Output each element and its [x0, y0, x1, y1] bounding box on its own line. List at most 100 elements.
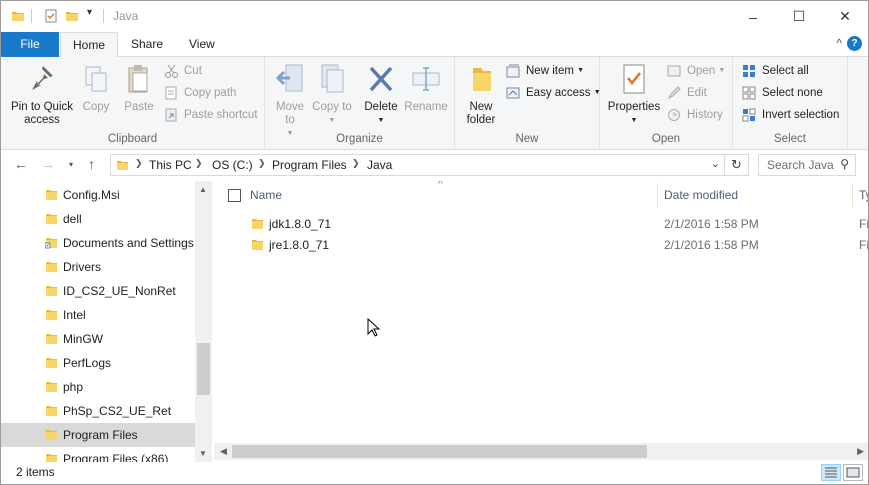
search-input[interactable]: Search Java ⚲	[758, 154, 856, 176]
paste-shortcut-button[interactable]: Paste shortcut	[164, 105, 258, 125]
nav-item-selected[interactable]: Program Files	[1, 423, 195, 447]
column-header-date-modified[interactable]: Date modified	[664, 181, 738, 209]
file-type: Fi	[859, 238, 868, 252]
scrollbar-thumb[interactable]	[197, 343, 210, 395]
nav-item[interactable]: Intel	[1, 303, 195, 327]
clipboard-group-label: Clipboard	[107, 133, 158, 145]
paste-button[interactable]: Paste	[119, 61, 159, 114]
select-group: Select all Select none Invert selection …	[733, 57, 848, 150]
scroll-right-icon[interactable]: ▶	[857, 446, 864, 457]
copy-to-button[interactable]: Copy to ▼	[312, 61, 352, 128]
item-count: 2 items	[16, 465, 55, 479]
select-all-button[interactable]: Select all	[742, 61, 809, 81]
properties-icon[interactable]	[44, 9, 58, 23]
file-row[interactable]: jre1.8.0_71 2/1/2016 1:58 PM Fi	[214, 235, 868, 256]
nav-item[interactable]: Config.Msi	[1, 183, 195, 207]
column-divider[interactable]	[852, 183, 853, 207]
large-icons-view-icon	[846, 467, 860, 478]
minimize-button[interactable]: –	[730, 1, 776, 32]
up-arrow-icon[interactable]: ↑	[88, 156, 95, 172]
new-group: New folder New item ▼ Easy access ▼ New	[455, 57, 601, 150]
edit-button[interactable]: Edit	[667, 83, 707, 103]
sort-ascending-icon: ^	[438, 181, 443, 190]
back-arrow-icon[interactable]: ←	[14, 156, 28, 172]
new-item-button[interactable]: New item ▼	[506, 61, 584, 81]
move-to-button[interactable]: Move to ▼	[270, 61, 310, 141]
refresh-icon: ↻	[731, 157, 742, 172]
recent-locations-icon[interactable]: ▾	[69, 160, 73, 169]
large-icons-view-button[interactable]	[843, 464, 863, 481]
forward-arrow-icon[interactable]: →	[41, 156, 55, 172]
paste-shortcut-icon	[165, 108, 177, 122]
nav-item[interactable]: Documents and Settings	[1, 231, 195, 255]
nav-item[interactable]: php	[1, 375, 195, 399]
tab-file[interactable]: File	[1, 32, 59, 57]
refresh-button[interactable]: ↻	[725, 154, 749, 176]
close-button[interactable]: ✕	[822, 1, 868, 32]
nav-item[interactable]: PhSp_CS2_UE_Ret	[1, 399, 195, 423]
new-folder-icon[interactable]	[65, 9, 79, 23]
select-all-checkbox[interactable]	[228, 189, 241, 202]
properties-button[interactable]: Properties ▼	[606, 61, 662, 128]
folder-icon	[46, 406, 57, 416]
file-date: 2/1/2016 1:58 PM	[664, 238, 759, 252]
clipboard-group: Pin to Quick access Copy Paste Cut Copy …	[1, 57, 265, 150]
new-group-label: New	[515, 133, 539, 145]
file-list: ^ Name Date modified Ty jdk1.8.0_71 2/1/…	[214, 181, 868, 462]
nav-item[interactable]: ID_CS2_UE_NonRet	[1, 279, 195, 303]
organize-group-label: Organize	[336, 133, 383, 145]
select-none-button[interactable]: Select none	[742, 83, 823, 103]
select-all-icon	[743, 65, 755, 77]
folder-icon	[46, 334, 57, 344]
open-group-label: Open	[651, 133, 681, 145]
column-header-type[interactable]: Ty	[859, 181, 868, 209]
address-dropdown-icon[interactable]: ⌄	[711, 157, 720, 170]
file-row[interactable]: jdk1.8.0_71 2/1/2016 1:58 PM Fi	[214, 214, 868, 235]
open-button[interactable]: Open ▼	[667, 61, 725, 81]
breadcrumb-java[interactable]: Java	[367, 158, 392, 172]
navigation-pane: Config.Msi dell Documents and Settings D…	[1, 181, 213, 462]
copy-button[interactable]: Copy	[77, 61, 115, 114]
chevron-up-icon[interactable]: ^	[836, 36, 842, 50]
properties-icon	[623, 64, 645, 94]
column-header-name[interactable]: Name	[250, 181, 282, 209]
details-view-button[interactable]	[821, 464, 841, 481]
history-button[interactable]: History	[667, 105, 723, 125]
file-list-horizontal-scrollbar[interactable]: ◀ ▶	[214, 443, 868, 460]
new-folder-button[interactable]: New folder	[461, 61, 501, 127]
folder-icon	[12, 12, 24, 21]
address-bar[interactable]: ❯ This PC ❯ OS (C:) ❯ Program Files ❯ Ja…	[110, 154, 725, 176]
scroll-up-icon[interactable]: ▲	[199, 185, 207, 194]
scroll-left-icon[interactable]: ◀	[220, 446, 227, 457]
breadcrumb-os-c[interactable]: OS (C:)	[212, 158, 253, 172]
breadcrumb-this-pc[interactable]: This PC	[149, 158, 192, 172]
scroll-down-icon[interactable]: ▼	[199, 449, 207, 458]
open-icon	[667, 65, 681, 77]
nav-item[interactable]: Drivers	[1, 255, 195, 279]
help-icon[interactable]: ?	[847, 36, 862, 51]
delete-button[interactable]: Delete ▼	[361, 61, 401, 128]
easy-access-button[interactable]: Easy access ▼	[506, 83, 601, 103]
tab-view[interactable]: View	[177, 32, 227, 57]
folder-icon	[46, 214, 57, 224]
invert-selection-button[interactable]: Invert selection	[742, 105, 839, 125]
scrollbar-thumb[interactable]	[232, 445, 647, 458]
pin-to-quick-access-button[interactable]: Pin to Quick access	[7, 61, 77, 127]
file-name: jdk1.8.0_71	[269, 217, 332, 231]
nav-item[interactable]: Program Files (x86)	[1, 447, 195, 462]
edit-icon	[667, 86, 681, 100]
nav-pane-scrollbar[interactable]: ▲ ▼	[195, 181, 212, 462]
nav-item[interactable]: PerfLogs	[1, 351, 195, 375]
column-divider[interactable]	[657, 183, 658, 207]
quick-access-dropdown-icon[interactable]: ▾	[87, 7, 92, 18]
nav-item[interactable]: dell	[1, 207, 195, 231]
rename-button[interactable]: Rename	[403, 61, 449, 114]
tab-home[interactable]: Home	[60, 32, 119, 58]
tab-share[interactable]: Share	[119, 32, 175, 57]
breadcrumb-separator-icon: ❯	[258, 158, 266, 168]
copy-path-button[interactable]: Copy path	[164, 83, 236, 103]
breadcrumb-program-files[interactable]: Program Files	[272, 158, 347, 172]
cut-button[interactable]: Cut	[164, 61, 202, 81]
nav-item[interactable]: MinGW	[1, 327, 195, 351]
maximize-button[interactable]: ☐	[776, 1, 822, 32]
